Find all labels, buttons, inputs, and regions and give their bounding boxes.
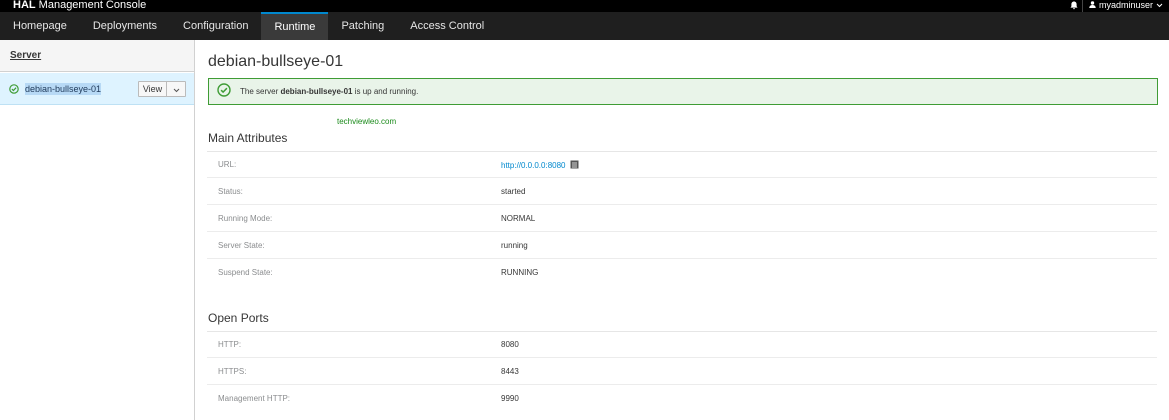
port-value: 9990	[501, 394, 519, 403]
bell-icon[interactable]	[1067, 0, 1083, 12]
view-button-group: View	[138, 81, 186, 97]
attribute-value: running	[501, 241, 528, 250]
page-title: debian-bullseye-01	[208, 53, 344, 70]
attribute-row-server-state: Server State: running	[207, 232, 1157, 259]
main-content: debian-bullseye-01 The server debian-bul…	[207, 40, 1159, 420]
view-button[interactable]: View	[139, 82, 167, 96]
port-value: 8443	[501, 367, 519, 376]
user-name: myadminuser	[1098, 0, 1153, 10]
attribute-value: NORMAL	[501, 214, 536, 223]
chevron-down-icon	[173, 82, 180, 96]
brand-bold: HAL	[13, 0, 36, 11]
tab-patching[interactable]: Patching	[328, 12, 397, 40]
success-alert: The server debian-bullseye-01 is up and …	[208, 78, 1158, 105]
user-icon	[1089, 0, 1096, 10]
tab-runtime[interactable]: Runtime	[261, 12, 329, 40]
port-label: HTTPS:	[218, 367, 247, 376]
alert-prefix: The server	[240, 87, 279, 96]
tab-deployments[interactable]: Deployments	[80, 12, 170, 40]
attribute-value: started	[501, 187, 526, 196]
alert-server-name: debian-bullseye-01	[280, 87, 353, 96]
port-row-http: HTTP: 8080	[207, 331, 1157, 358]
url-link[interactable]: http://0.0.0.0:8080	[501, 161, 566, 170]
attribute-row-suspend-state: Suspend State: RUNNING	[207, 259, 1157, 286]
view-dropdown-button[interactable]	[167, 82, 185, 96]
attribute-row-running-mode: Running Mode: NORMAL	[207, 205, 1157, 232]
ok-circle-icon	[9, 83, 19, 94]
alert-suffix: is up and running.	[354, 87, 419, 96]
title-bar: HAL Management Console myadminuser	[0, 0, 1169, 12]
header-tools: myadminuser	[1067, 0, 1163, 12]
user-menu[interactable]: myadminuser	[1089, 0, 1163, 10]
tab-configuration[interactable]: Configuration	[170, 12, 261, 40]
main-attributes-title: Main Attributes	[208, 131, 288, 145]
attribute-label: Suspend State:	[218, 268, 273, 277]
main-nav: Homepage Deployments Configuration Runti…	[0, 12, 1169, 40]
attribute-value: http://0.0.0.0:8080	[501, 160, 579, 171]
sidebar-item-server[interactable]: debian-bullseye-01 View	[0, 73, 194, 105]
chevron-down-icon	[1156, 0, 1163, 10]
port-row-management-http: Management HTTP: 9990	[207, 385, 1157, 412]
open-ports-title: Open Ports	[208, 311, 269, 325]
alert-message: The server debian-bullseye-01 is up and …	[240, 87, 418, 96]
attribute-value: RUNNING	[501, 268, 539, 277]
sidebar-title[interactable]: Server	[10, 50, 41, 61]
port-value: 8080	[501, 340, 519, 349]
ok-circle-icon	[217, 83, 231, 100]
attribute-label: Running Mode:	[218, 214, 273, 223]
port-label: Management HTTP:	[218, 394, 291, 403]
attribute-label: Status:	[218, 187, 243, 196]
attribute-row-url: URL: http://0.0.0.0:8080	[207, 151, 1157, 178]
attribute-label: URL:	[218, 160, 237, 169]
sidebar-header: Server	[0, 40, 194, 72]
watermark-text: techviewleo.com	[337, 117, 397, 126]
attribute-label: Server State:	[218, 241, 265, 250]
server-name: debian-bullseye-01	[25, 82, 102, 95]
sidebar: Server debian-bullseye-01 View	[0, 40, 195, 420]
copy-clipboard-icon[interactable]	[570, 160, 579, 171]
tab-homepage[interactable]: Homepage	[0, 12, 80, 40]
port-label: HTTP:	[218, 340, 242, 349]
app-brand[interactable]: HAL Management Console	[13, 0, 146, 12]
tab-access-control[interactable]: Access Control	[397, 12, 497, 40]
brand-name: Management Console	[38, 0, 147, 11]
port-row-https: HTTPS: 8443	[207, 358, 1157, 385]
attribute-row-status: Status: started	[207, 178, 1157, 205]
